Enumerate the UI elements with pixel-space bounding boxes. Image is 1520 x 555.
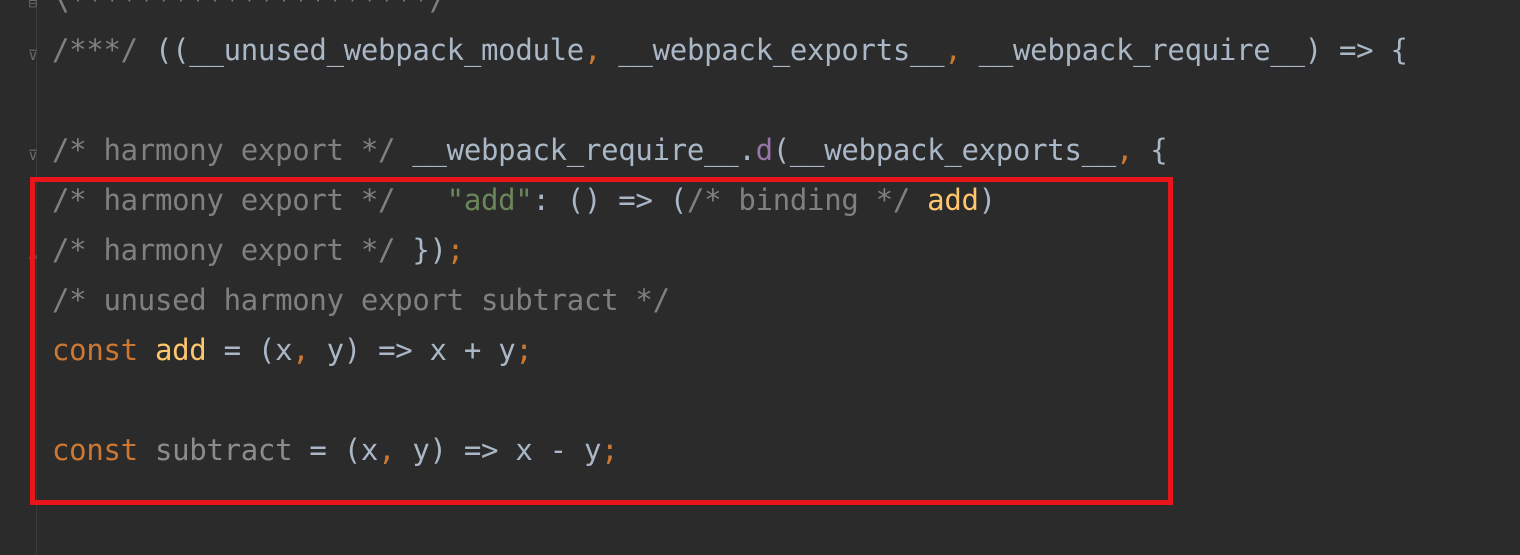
code-line[interactable] xyxy=(52,75,1408,125)
code-line[interactable]: /***/ ((__unused_webpack_module, __webpa… xyxy=(52,25,1408,75)
highlight-box xyxy=(30,177,1173,505)
code-token: , xyxy=(944,33,962,67)
code-token: \*********************/ xyxy=(52,0,447,17)
code-token: (__webpack_exports__ xyxy=(772,133,1117,167)
code-token: d xyxy=(755,133,773,167)
code-token: __webpack_require__) => { xyxy=(961,33,1408,67)
code-token: __webpack_exports__ xyxy=(601,33,945,67)
fold-icon[interactable]: ⊽ xyxy=(26,148,40,164)
fold-icon[interactable]: ⊟ xyxy=(26,0,40,12)
code-token: ((__unused_webpack_module xyxy=(154,33,584,67)
code-line[interactable]: /* harmony export */ __webpack_require__… xyxy=(52,125,1408,175)
code-editor[interactable]: ⊟ ⊽ ⊽ △ \*********************//***/ ((_… xyxy=(0,0,1520,555)
code-token: /***/ xyxy=(52,33,155,67)
code-line[interactable]: \*********************/ xyxy=(52,0,1408,25)
code-token: /* harmony export */ xyxy=(52,133,413,167)
code-token: { xyxy=(1133,133,1168,167)
code-token: , xyxy=(1115,133,1134,167)
fold-icon[interactable]: ⊽ xyxy=(26,48,40,64)
code-token: __webpack_require__. xyxy=(412,133,756,167)
code-token: , xyxy=(583,33,602,67)
